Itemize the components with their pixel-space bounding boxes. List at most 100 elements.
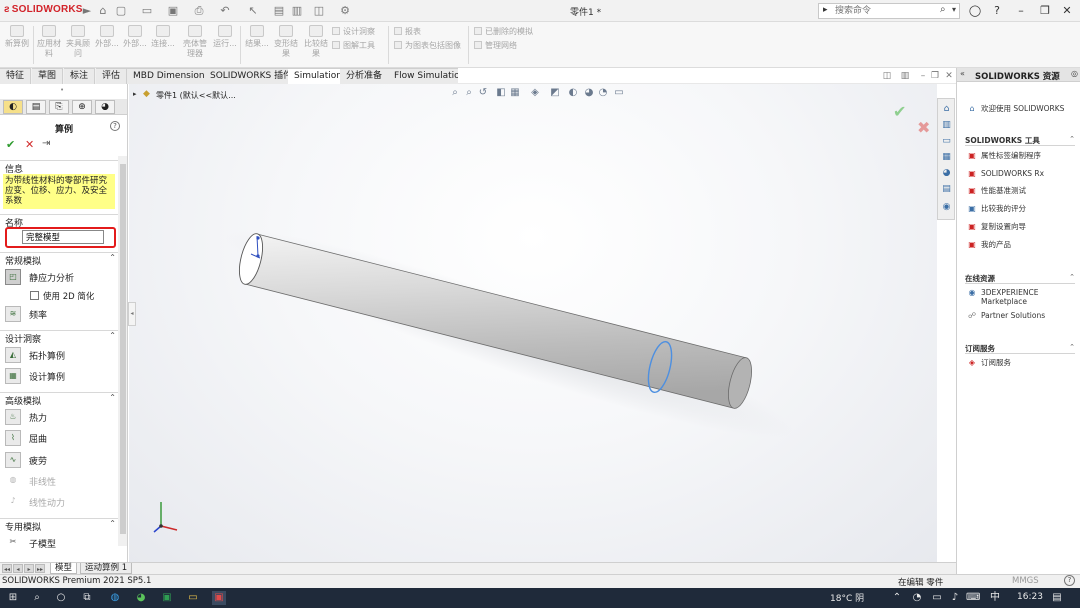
submodel-option[interactable]: ✂ 子模型 <box>5 534 117 551</box>
command-search-arrow-icon[interactable]: ▸ <box>823 5 828 15</box>
display-manager-tab-icon[interactable]: ◕ <box>95 100 115 114</box>
info-group-header[interactable]: 信息 <box>0 160 118 175</box>
tab-evaluate[interactable]: 评估 <box>96 68 128 84</box>
checkbox-box[interactable] <box>30 291 39 300</box>
prev-tab-arrow-icon[interactable]: ◂ <box>13 564 23 573</box>
wechat-icon[interactable]: ◕ <box>134 591 148 605</box>
first-tab-arrow-icon[interactable]: ◂◂ <box>2 564 12 573</box>
solidworks-taskbar-icon[interactable]: ▣ <box>212 591 226 605</box>
doc-restore-button[interactable]: ❐ <box>928 69 942 83</box>
nonlinear-option[interactable]: ◍ 非线性 <box>5 472 117 489</box>
graphics-area[interactable]: ▸ ◆ 零件1 (默认<<默认... ⌕ ⌕ ↺ ◧ ▦ ◈ ◩ ◐ ◕ ◔ ▭… <box>129 84 937 562</box>
solidworks-logo[interactable]: ƨ SOLIDWORKS <box>4 4 83 15</box>
collapse-caret-icon[interactable]: ⌃ <box>109 253 116 262</box>
search-box[interactable]: ▸ ⌕ ▾ <box>818 3 960 19</box>
scrollbar[interactable] <box>118 156 127 546</box>
network-icon[interactable]: ▭ <box>930 591 944 605</box>
tab-mbd-dimensions[interactable]: MBD Dimensions <box>127 68 217 84</box>
topology-study-option[interactable]: ◭ 拓扑算例 <box>5 346 117 363</box>
chevron-down-icon[interactable]: ▾ <box>952 5 956 14</box>
grip-icon[interactable]: • <box>60 86 64 94</box>
rebuild-icon[interactable]: ▤ <box>272 4 286 18</box>
last-tab-arrow-icon[interactable]: ▸▸ <box>35 564 45 573</box>
help-icon[interactable]: ? <box>1064 575 1075 586</box>
minimize-button[interactable]: – <box>1012 3 1030 19</box>
manage-network-button[interactable]: 管理网络 <box>474 40 517 51</box>
external-loads-2-button[interactable]: 外部... <box>122 25 148 65</box>
edge-browser-icon[interactable]: ◍ <box>108 591 122 605</box>
tab-markup[interactable]: 标注 <box>64 68 96 84</box>
collapse-caret-icon[interactable]: ⌃ <box>1069 135 1075 143</box>
collapse-handle[interactable]: ◂ <box>128 302 136 326</box>
double-chevron-icon[interactable]: « <box>960 69 965 78</box>
tab-model[interactable]: 模型 <box>50 563 78 574</box>
marketplace-link[interactable]: ◉ 3DEXPERIENCE Marketplace <box>967 288 1077 308</box>
dimxpert-tab-icon[interactable]: ⊕ <box>72 100 92 114</box>
split-icon[interactable]: ▥ <box>898 69 912 83</box>
collapse-caret-icon[interactable]: ⌃ <box>1069 273 1075 281</box>
frequency-option[interactable]: ≋ 频率 <box>5 305 117 322</box>
apply-material-button[interactable]: 应用材 料 <box>36 25 62 65</box>
input-method-icon[interactable]: ⌨ <box>966 591 980 605</box>
online-resources-section-header[interactable]: 在线资源 ⌃ <box>965 273 1075 284</box>
new-document-icon[interactable]: ▢ <box>114 4 128 18</box>
connections-button[interactable]: 连接... <box>150 25 176 65</box>
tray-app-icon[interactable]: ◔ <box>910 591 924 605</box>
buckling-option[interactable]: ⌇ 屈曲 <box>5 429 117 446</box>
tab-sketch[interactable]: 草图 <box>32 68 64 84</box>
clock[interactable]: 16:23 <box>1017 592 1043 602</box>
scrollbar-thumb[interactable] <box>120 164 126 534</box>
configuration-manager-tab-icon[interactable]: ⎘ <box>49 100 69 114</box>
cylinder-model[interactable] <box>129 84 937 562</box>
cancel-x-icon[interactable]: ✕ <box>25 138 34 151</box>
new-study-button[interactable]: 新算例 <box>4 25 30 65</box>
excel-icon[interactable]: ▣ <box>160 591 174 605</box>
help-icon[interactable]: ? <box>988 3 1006 19</box>
options-gear-icon[interactable]: ⚙ <box>338 4 352 18</box>
linear-dynamic-option[interactable]: ♪ 线性动力 <box>5 493 117 510</box>
search-input[interactable] <box>835 5 943 17</box>
external-loads-button[interactable]: 外部... <box>94 25 120 65</box>
home-icon[interactable]: ⌂ <box>96 4 110 18</box>
design-study-option[interactable]: ▦ 设计算例 <box>5 367 117 384</box>
custom-properties-icon[interactable]: ▤ <box>940 183 953 195</box>
cortana-icon[interactable]: ○ <box>54 591 68 605</box>
shell-manager-button[interactable]: 壳体管 理器 <box>180 25 210 65</box>
windows-start-icon[interactable]: ⊞ <box>6 591 20 605</box>
unit-system[interactable]: MMGS <box>1012 576 1039 586</box>
study-name-input[interactable] <box>22 230 104 244</box>
next-tab-arrow-icon[interactable]: ▸ <box>24 564 34 573</box>
forum-icon[interactable]: ◉ <box>940 201 953 213</box>
specialized-simulation-group-header[interactable]: 专用模拟 ⌃ <box>0 518 118 533</box>
save-icon[interactable]: ▣ <box>166 4 180 18</box>
view-palette-icon[interactable]: ▦ <box>940 151 953 163</box>
close-button[interactable]: ✕ <box>1058 3 1076 19</box>
traffic-icon[interactable]: ◫ <box>312 4 326 18</box>
file-properties-icon[interactable]: ▥ <box>290 4 304 18</box>
file-explorer-icon[interactable]: ▭ <box>186 591 200 605</box>
print-icon[interactable]: ⎙ <box>192 4 206 18</box>
appearances-icon[interactable]: ◕ <box>940 167 953 179</box>
collapse-caret-icon[interactable]: ⌃ <box>109 331 116 340</box>
name-group-header[interactable]: 名称 <box>0 214 118 229</box>
task-view-icon[interactable]: ⧉ <box>80 591 94 605</box>
view-icon[interactable]: ◫ <box>880 69 894 83</box>
design-insight-group-header[interactable]: 设计洞察 ⌃ <box>0 330 118 345</box>
tray-chevron-icon[interactable]: ⌃ <box>890 591 904 605</box>
general-simulation-group-header[interactable]: 常规模拟 ⌃ <box>0 252 118 267</box>
deformed-result-button[interactable]: 变形结 果 <box>272 25 300 65</box>
tab-solidworks-addins[interactable]: SOLIDWORKS 插件 <box>204 68 300 84</box>
design-insight-button[interactable]: 设计洞察 <box>332 26 375 37</box>
restore-button[interactable]: ❐ <box>1036 3 1054 19</box>
design-library-icon[interactable]: ▥ <box>940 119 953 131</box>
doc-close-button[interactable]: ✕ <box>942 69 956 83</box>
static-analysis-option[interactable]: ◰ 静应力分析 <box>5 268 117 285</box>
weather-widget[interactable]: 18°C 阴 <box>830 591 864 604</box>
results-button[interactable]: 结果... <box>244 25 270 65</box>
user-account-icon[interactable]: ◯ <box>966 3 984 19</box>
search-icon[interactable]: ⌕ <box>940 4 946 15</box>
subscription-section-header[interactable]: 订阅服务 ⌃ <box>965 343 1075 354</box>
plot-tools-button[interactable]: 图解工具 <box>332 40 375 51</box>
file-explorer-icon[interactable]: ▭ <box>940 135 953 147</box>
collapse-caret-icon[interactable]: ⌃ <box>1069 343 1075 351</box>
